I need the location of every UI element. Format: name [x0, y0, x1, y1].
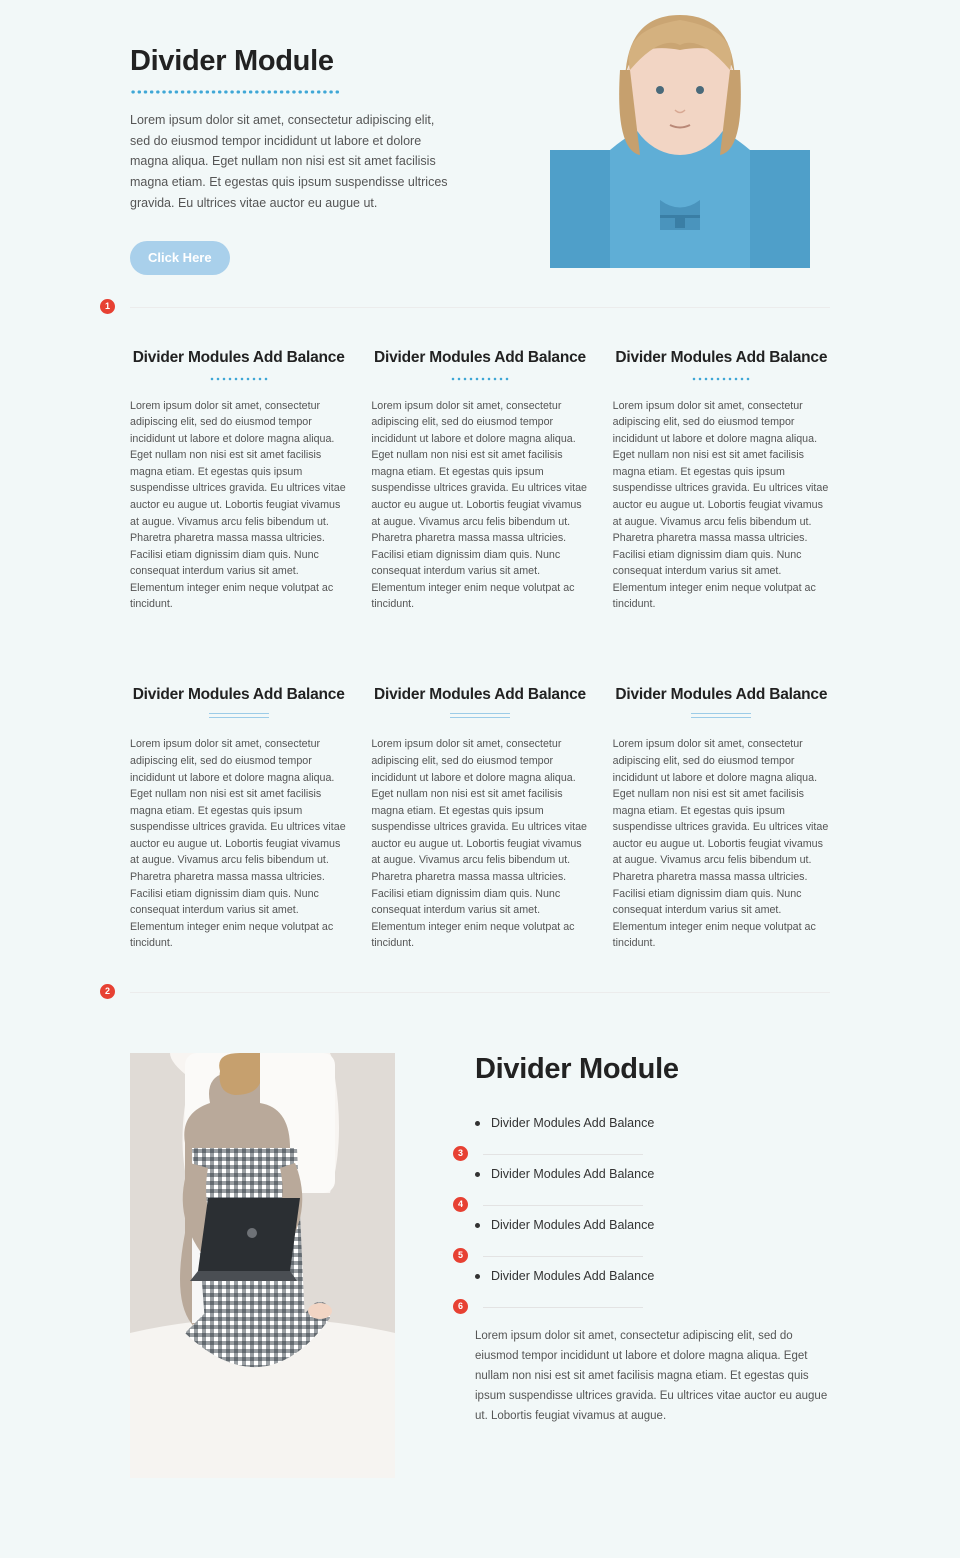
bottom-section: Divider Module Divider Modules Add Balan…: [0, 993, 960, 1558]
dotted-divider-small: [450, 376, 510, 382]
bullet-list: Divider Modules Add Balance 3 Divider Mo…: [475, 1116, 830, 1308]
feature-title: Divider Modules Add Balance: [371, 348, 588, 367]
feature-card: Divider Modules Add Balance Lorem ipsum …: [613, 685, 830, 952]
feature-title: Divider Modules Add Balance: [371, 685, 588, 704]
feature-body: Lorem ipsum dolor sit amet, consectetur …: [130, 398, 347, 614]
list-item: Divider Modules Add Balance: [475, 1167, 830, 1193]
list-item: Divider Modules Add Balance: [475, 1218, 830, 1244]
dotted-divider: [130, 88, 340, 96]
annotation-marker-6: 6: [453, 1299, 468, 1314]
bottom-paragraph: Lorem ipsum dolor sit amet, consectetur …: [475, 1326, 830, 1427]
feature-body: Lorem ipsum dolor sit amet, consectetur …: [613, 736, 830, 952]
click-here-button[interactable]: Click Here: [130, 241, 230, 275]
bottom-title: Divider Module: [475, 1053, 830, 1086]
laptop-person-image: [130, 1053, 395, 1478]
section-divider-1: 1: [130, 307, 830, 308]
list-item: Divider Modules Add Balance: [475, 1116, 830, 1142]
feature-card: Divider Modules Add Balance Lorem ipsum …: [371, 348, 588, 613]
hero-person-image: [530, 0, 830, 268]
dotted-divider-small: [691, 376, 751, 382]
annotation-marker-5: 5: [453, 1248, 468, 1263]
list-divider: [483, 1154, 643, 1155]
feature-title: Divider Modules Add Balance: [613, 348, 830, 367]
feature-title: Divider Modules Add Balance: [130, 348, 347, 367]
features-row-2: Divider Modules Add Balance Lorem ipsum …: [0, 645, 960, 952]
list-item-label: Divider Modules Add Balance: [491, 1218, 654, 1232]
dotted-divider-small: [209, 376, 269, 382]
annotation-marker-2: 2: [100, 984, 115, 999]
feature-card: Divider Modules Add Balance Lorem ipsum …: [130, 348, 347, 613]
list-item: Divider Modules Add Balance: [475, 1269, 830, 1295]
bottom-text: Divider Module Divider Modules Add Balan…: [475, 1053, 830, 1478]
hero-section: Divider Module Lorem ipsum dolor sit ame…: [0, 0, 960, 275]
feature-body: Lorem ipsum dolor sit amet, consectetur …: [371, 736, 588, 952]
double-line-divider: [209, 712, 269, 720]
feature-card: Divider Modules Add Balance Lorem ipsum …: [371, 685, 588, 952]
feature-body: Lorem ipsum dolor sit amet, consectetur …: [613, 398, 830, 614]
hero-paragraph: Lorem ipsum dolor sit amet, consectetur …: [130, 110, 450, 213]
list-divider: [483, 1256, 643, 1257]
section-divider-2: 2: [130, 992, 830, 993]
feature-body: Lorem ipsum dolor sit amet, consectetur …: [130, 736, 347, 952]
list-item-label: Divider Modules Add Balance: [491, 1269, 654, 1283]
feature-body: Lorem ipsum dolor sit amet, consectetur …: [371, 398, 588, 614]
hero-text: Divider Module Lorem ipsum dolor sit ame…: [130, 30, 450, 275]
list-item-label: Divider Modules Add Balance: [491, 1167, 654, 1181]
feature-title: Divider Modules Add Balance: [613, 685, 830, 704]
list-divider: [483, 1205, 643, 1206]
annotation-marker-4: 4: [453, 1197, 468, 1212]
annotation-marker-3: 3: [453, 1146, 468, 1161]
list-divider: [483, 1307, 643, 1308]
feature-card: Divider Modules Add Balance Lorem ipsum …: [613, 348, 830, 613]
features-row-1: Divider Modules Add Balance Lorem ipsum …: [0, 308, 960, 613]
feature-card: Divider Modules Add Balance Lorem ipsum …: [130, 685, 347, 952]
hero-title: Divider Module: [130, 45, 450, 78]
double-line-divider: [691, 712, 751, 720]
list-item-label: Divider Modules Add Balance: [491, 1116, 654, 1130]
feature-title: Divider Modules Add Balance: [130, 685, 347, 704]
double-line-divider: [450, 712, 510, 720]
